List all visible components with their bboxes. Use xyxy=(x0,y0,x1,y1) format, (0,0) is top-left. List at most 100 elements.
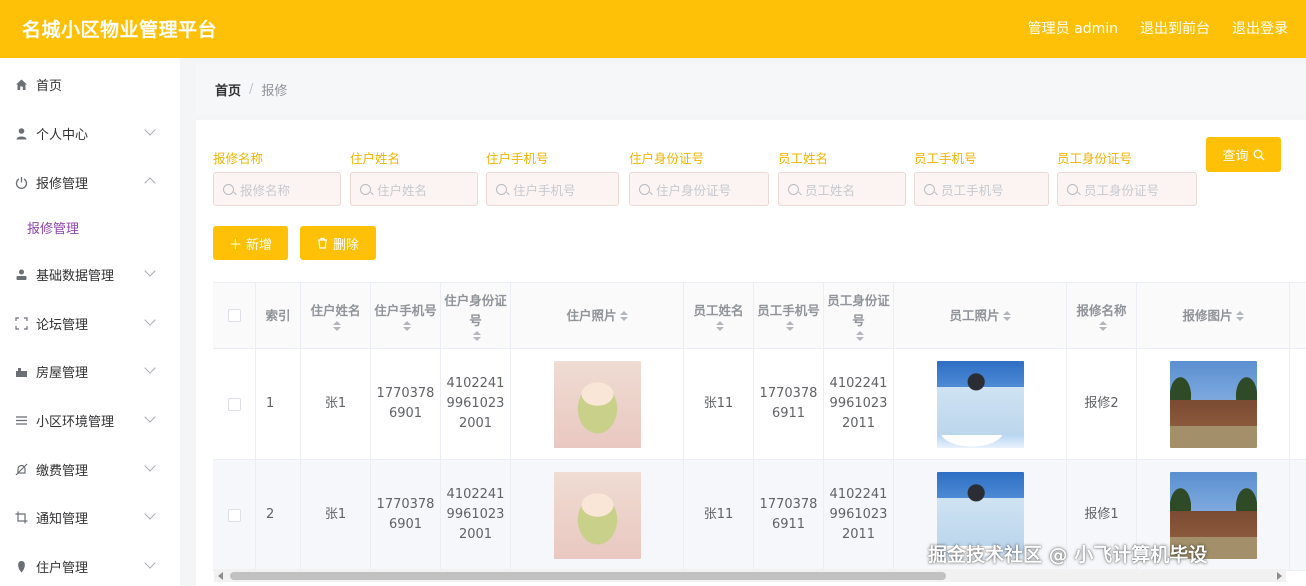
sort-icon[interactable] xyxy=(333,320,341,331)
resident-phone-input[interactable]: 住户手机号 xyxy=(486,172,619,206)
sort-icon[interactable] xyxy=(1099,320,1107,331)
scroll-right-arrow-icon[interactable] xyxy=(1277,572,1282,580)
header-resident-name[interactable]: 住户姓名 xyxy=(301,283,371,348)
header-staff-photo[interactable]: 员工照片 xyxy=(894,283,1067,348)
scan-icon xyxy=(14,316,28,330)
search-button-label: 查询 xyxy=(1222,149,1249,164)
sidebar-item-house[interactable]: 房屋管理 xyxy=(0,347,180,395)
breadcrumb-separator: / xyxy=(249,81,254,97)
repair-name-input[interactable]: 报修名称 xyxy=(213,172,341,206)
delete-button-label: 删除 xyxy=(332,237,359,253)
user-solid-icon xyxy=(14,267,28,281)
staff-photo[interactable] xyxy=(936,360,1024,448)
exit-to-front-link[interactable]: 退出到前台 xyxy=(1140,18,1210,38)
filter-label-resident-name: 住户姓名 xyxy=(350,151,401,166)
header-staff-id[interactable]: 员工身份证号 xyxy=(824,283,894,348)
header-resident-phone[interactable]: 住户手机号 xyxy=(371,283,441,348)
resident-photo-cell xyxy=(511,349,684,459)
sidebar-item-home[interactable]: 首页 xyxy=(0,60,180,108)
checkbox[interactable] xyxy=(227,508,241,522)
repair-image[interactable] xyxy=(1169,360,1257,448)
header-resident-photo[interactable]: 住户照片 xyxy=(511,283,684,348)
search-icon xyxy=(1067,183,1078,195)
delete-button[interactable]: 删除 xyxy=(300,226,376,260)
checkbox[interactable] xyxy=(227,397,241,411)
staff-id-input[interactable]: 员工身份证号 xyxy=(1057,172,1197,206)
sidebar-item-residents[interactable]: 住户管理 xyxy=(0,542,180,586)
header-repair-name[interactable]: 报修名称 xyxy=(1067,283,1137,348)
logout-link[interactable]: 退出登录 xyxy=(1232,18,1288,38)
checkbox[interactable] xyxy=(227,309,241,322)
sidebar-item-repair[interactable]: 报修管理 xyxy=(0,158,180,206)
resident-id-input[interactable]: 住户身份证号 xyxy=(629,172,769,206)
sort-icon[interactable] xyxy=(786,320,794,331)
staff-phone-cell: 17703786911 xyxy=(754,460,824,570)
chevron-down-icon xyxy=(144,411,156,423)
staff-id-cell: 410224199610232011 xyxy=(824,460,894,570)
home-icon xyxy=(14,77,28,91)
sidebar-item-fees[interactable]: 缴费管理 xyxy=(0,445,180,493)
sidebar-item-base-data[interactable]: 基础数据管理 xyxy=(0,250,180,298)
sort-icon[interactable] xyxy=(856,330,864,341)
sidebar-item-label: 房屋管理 xyxy=(36,365,89,381)
sidebar-item-profile[interactable]: 个人中心 xyxy=(0,109,180,157)
add-button[interactable]: ＋ 新增 xyxy=(213,226,288,260)
search-button[interactable]: 查询 xyxy=(1206,137,1281,172)
filter-label-staff-id: 员工身份证号 xyxy=(1057,151,1133,166)
row-select[interactable] xyxy=(213,349,256,459)
staff-id-cell: 410224199610232011 xyxy=(824,349,894,459)
sort-icon[interactable] xyxy=(1235,310,1244,321)
header-select-all[interactable] xyxy=(213,283,256,348)
user-icon xyxy=(14,126,28,140)
sort-icon[interactable] xyxy=(619,310,628,321)
header-staff-phone[interactable]: 员工手机号 xyxy=(754,283,824,348)
staff-name-input[interactable]: 员工姓名 xyxy=(778,172,906,206)
scrollbar-thumb[interactable] xyxy=(230,572,946,580)
staff-photo-cell xyxy=(894,349,1067,459)
filter-label-resident-phone: 住户手机号 xyxy=(486,151,549,166)
chevron-down-icon xyxy=(144,557,156,569)
admin-label: 管理员 admin xyxy=(1027,21,1118,37)
crop-icon xyxy=(14,510,28,524)
header-resident-id[interactable]: 住户身份证号 xyxy=(441,283,511,348)
sort-icon[interactable] xyxy=(1002,310,1011,321)
main-content: 报修名称 住户姓名 住户手机号 住户身份证号 员工姓名 员工手机号 员工身份证号… xyxy=(196,120,1306,586)
sidebar-item-forum[interactable]: 论坛管理 xyxy=(0,299,180,347)
row-select[interactable] xyxy=(213,460,256,570)
sidebar-item-label: 缴费管理 xyxy=(36,463,89,479)
chevron-down-icon xyxy=(144,265,156,277)
repair-image-cell xyxy=(1137,349,1290,459)
sort-icon[interactable] xyxy=(403,320,411,331)
header-repair-image[interactable]: 报修图片 xyxy=(1137,283,1290,348)
resident-photo[interactable] xyxy=(553,360,641,448)
sidebar-item-label: 首页 xyxy=(36,78,63,94)
table-row[interactable]: 1 张1 17703786901 410224199610232001 张11 … xyxy=(213,349,1306,460)
sidebar-item-environment[interactable]: 小区环境管理 xyxy=(0,396,180,444)
breadcrumb-home[interactable]: 首页 xyxy=(215,80,241,99)
bell-off-icon xyxy=(14,462,28,476)
sort-icon[interactable] xyxy=(473,330,481,341)
filter-label-resident-id: 住户身份证号 xyxy=(629,151,705,166)
resident-photo-cell xyxy=(511,460,684,570)
search-icon xyxy=(496,183,507,195)
sidebar-item-label: 论坛管理 xyxy=(36,317,89,333)
list-icon xyxy=(14,413,28,427)
resident-photo[interactable] xyxy=(553,471,641,559)
sidebar-item-label: 小区环境管理 xyxy=(36,414,115,430)
resident-name-input[interactable]: 住户姓名 xyxy=(350,172,478,206)
sidebar-item-label: 基础数据管理 xyxy=(36,268,115,284)
placeholder: 报修名称 xyxy=(240,182,291,198)
placeholder: 员工姓名 xyxy=(805,182,856,198)
header-staff-name[interactable]: 员工姓名 xyxy=(684,283,754,348)
resident-id-cell: 410224199610232001 xyxy=(441,349,511,459)
sidebar-subitem-repair-manage[interactable]: 报修管理 xyxy=(27,218,79,237)
top-header: 名城小区物业管理平台 管理员 admin 退出到前台 退出登录 xyxy=(0,0,1306,58)
staff-phone-input[interactable]: 员工手机号 xyxy=(914,172,1049,206)
scroll-left-arrow-icon[interactable] xyxy=(218,572,223,580)
power-icon xyxy=(14,175,28,189)
sidebar-item-notice[interactable]: 通知管理 xyxy=(0,493,180,541)
sort-icon[interactable] xyxy=(716,320,724,331)
filter-label-staff-name: 员工姓名 xyxy=(778,151,829,166)
resident-name-cell: 张1 xyxy=(301,349,371,459)
table-horizontal-scrollbar[interactable] xyxy=(214,569,1286,582)
